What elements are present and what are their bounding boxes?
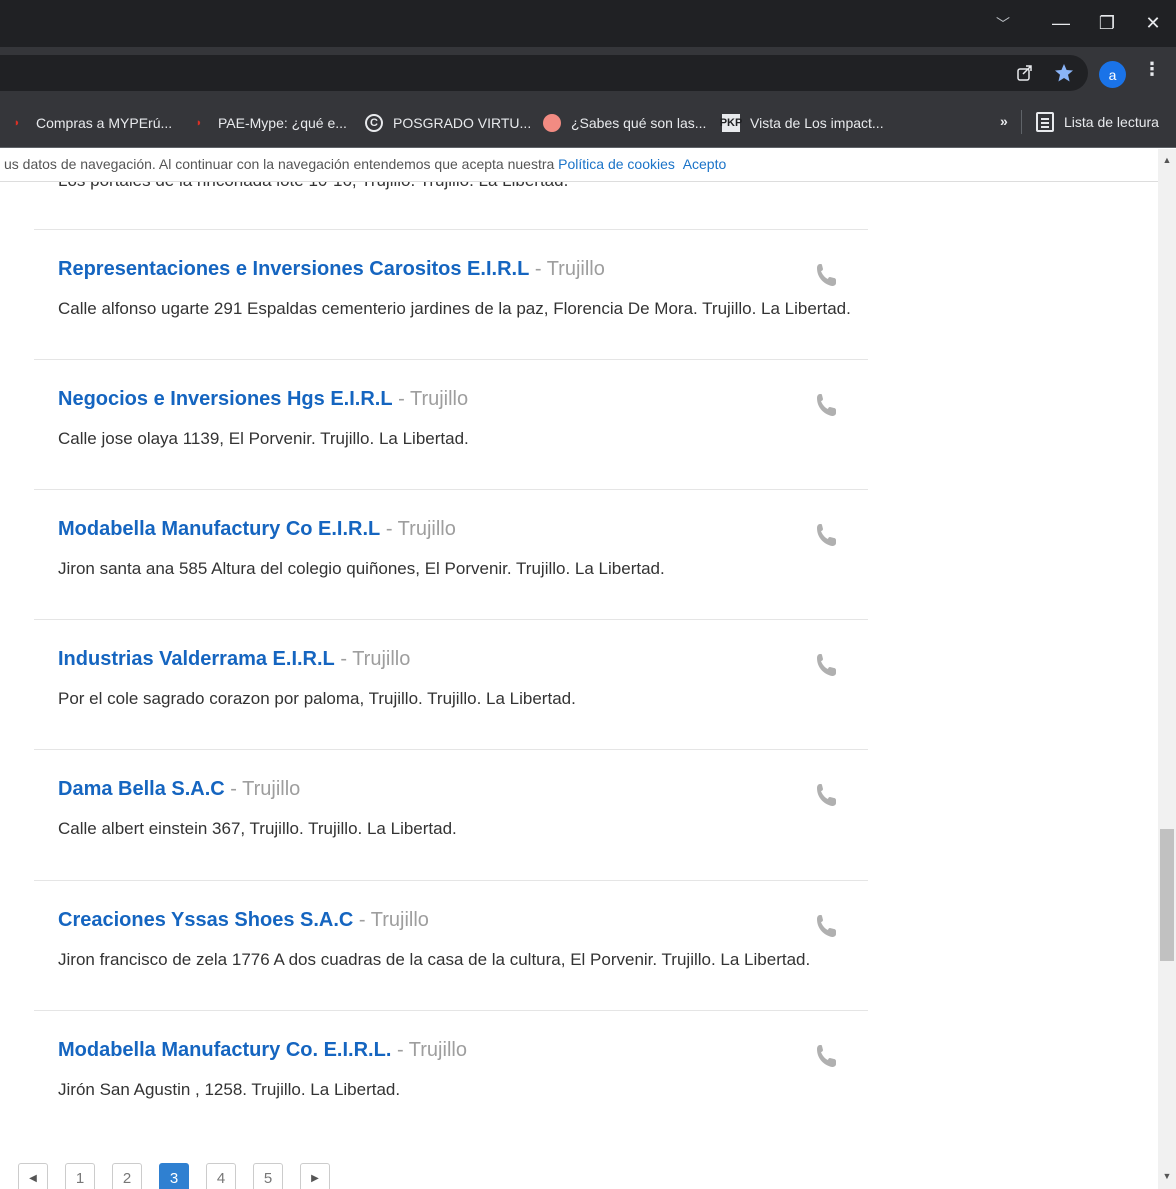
- listing-title-row: Creaciones Yssas Shoes S.A.C - Trujillo: [58, 909, 429, 932]
- bookmark-item[interactable]: ◗ Compras a MYPErú...: [8, 112, 172, 134]
- listing-title-row: Dama Bella S.A.C - Trujillo: [58, 778, 300, 801]
- red-logo-icon: ◗: [195, 117, 203, 129]
- cookie-policy-link[interactable]: Política de cookies: [558, 156, 675, 172]
- company-listing: Modabella Manufactury Co. E.I.R.L. - Tru…: [34, 1010, 868, 1140]
- company-address: Calle alfonso ugarte 291 Espaldas cement…: [58, 299, 851, 318]
- company-listing: Negocios e Inversiones Hgs E.I.R.L - Tru…: [34, 359, 868, 489]
- phone-icon[interactable]: [814, 392, 838, 418]
- bookmark-label: POSGRADO VIRTU...: [393, 115, 532, 131]
- phone-icon[interactable]: [814, 652, 838, 678]
- more-bookmarks-button[interactable]: »: [1000, 113, 1008, 129]
- company-name-link[interactable]: Modabella Manufactury Co E.I.R.L: [58, 518, 380, 540]
- reading-list-icon: [1036, 112, 1054, 132]
- phone-icon[interactable]: [814, 522, 838, 548]
- company-address: Jiron francisco de zela 1776 A dos cuadr…: [58, 950, 811, 969]
- company-name-link[interactable]: Negocios e Inversiones Hgs E.I.R.L: [58, 388, 393, 410]
- next-page-button[interactable]: ▶: [300, 1163, 330, 1189]
- company-address: Jiron santa ana 585 Altura del colegio q…: [58, 559, 665, 578]
- pink-circle-icon: [543, 114, 561, 132]
- c-logo-icon: C: [365, 114, 383, 132]
- company-city: - Trujillo: [340, 648, 411, 670]
- page-content: us datos de navegación. Al continuar con…: [0, 149, 1158, 1189]
- company-listing: Modabella Manufactury Co E.I.R.L - Truji…: [34, 489, 868, 619]
- restore-button[interactable]: ❐: [1084, 4, 1130, 44]
- bookmark-item[interactable]: PKP Vista de Los impact...: [720, 112, 884, 134]
- listing-title-row: Representaciones e Inversiones Carositos…: [58, 258, 605, 281]
- company-city: - Trujillo: [230, 778, 301, 800]
- reading-list-label: Lista de lectura: [1064, 114, 1159, 130]
- listing-title-row: Modabella Manufactury Co E.I.R.L - Truji…: [58, 518, 456, 541]
- minimize-button[interactable]: —: [1038, 4, 1084, 44]
- close-button[interactable]: ✕: [1130, 4, 1176, 44]
- pagination: ◀ 1 2 3 4 5 ▶: [18, 1163, 347, 1189]
- company-address: Calle albert einstein 367, Trujillo. Tru…: [58, 819, 457, 838]
- address-bar[interactable]: [0, 55, 1088, 91]
- bookmark-label: Vista de Los impact...: [750, 115, 884, 131]
- company-name-link[interactable]: Modabella Manufactury Co. E.I.R.L.: [58, 1039, 391, 1061]
- prev-page-button[interactable]: ◀: [18, 1163, 48, 1189]
- phone-icon[interactable]: [814, 913, 838, 939]
- phone-icon[interactable]: [814, 1043, 838, 1069]
- page-button-3[interactable]: 3: [159, 1163, 189, 1189]
- bookmark-item[interactable]: C POSGRADO VIRTU...: [365, 112, 531, 134]
- company-city: - Trujillo: [358, 909, 429, 931]
- phone-icon[interactable]: [814, 262, 838, 288]
- company-listing: Representaciones e Inversiones Carositos…: [34, 229, 868, 359]
- company-name-link[interactable]: Creaciones Yssas Shoes S.A.C: [58, 909, 353, 931]
- phone-icon[interactable]: [814, 782, 838, 808]
- company-name-link[interactable]: Industrias Valderrama E.I.R.L: [58, 648, 335, 670]
- cookie-notice: us datos de navegación. Al continuar con…: [0, 149, 1158, 182]
- bookmark-item[interactable]: ◗ PAE-Mype: ¿qué e...: [190, 112, 347, 134]
- browser-menu-button[interactable]: ⋮: [1143, 59, 1161, 80]
- pkp-icon: PKP: [720, 114, 742, 132]
- profile-avatar[interactable]: a: [1099, 61, 1126, 88]
- company-address: Por el cole sagrado corazon por paloma, …: [58, 689, 576, 708]
- window-controls: ﹀ — ❐ ✕: [988, 0, 1176, 47]
- company-listing: Dama Bella S.A.C - Trujillo Calle albert …: [34, 749, 868, 879]
- company-city: - Trujillo: [396, 1039, 467, 1061]
- page-scrollbar[interactable]: ▲ ▼: [1158, 149, 1176, 1189]
- scroll-up-arrow[interactable]: ▲: [1158, 155, 1176, 169]
- bookmark-label: PAE-Mype: ¿qué e...: [218, 115, 347, 131]
- bookmarks-divider: [1021, 110, 1022, 134]
- company-name-link[interactable]: Dama Bella S.A.C: [58, 778, 225, 800]
- company-city: - Trujillo: [534, 258, 605, 280]
- page-button-1[interactable]: 1: [65, 1163, 95, 1189]
- page-button-2[interactable]: 2: [112, 1163, 142, 1189]
- bookmarks-bar: ◗ Compras a MYPErú... ◗ PAE-Mype: ¿qué e…: [0, 98, 1176, 148]
- listing-title-row: Modabella Manufactury Co. E.I.R.L. - Tru…: [58, 1039, 467, 1062]
- scroll-thumb[interactable]: [1160, 829, 1174, 961]
- scroll-down-arrow[interactable]: ▼: [1158, 1171, 1176, 1185]
- reading-list-button[interactable]: Lista de lectura: [1036, 110, 1159, 134]
- company-address: Jirón San Agustin , 1258. Trujillo. La L…: [58, 1080, 401, 1099]
- accept-cookies-link[interactable]: Acepto: [683, 156, 727, 172]
- tab-search-button[interactable]: ﹀: [988, 4, 1018, 44]
- company-listing: Creaciones Yssas Shoes S.A.C - Trujillo J…: [34, 880, 868, 1010]
- company-address: Calle jose olaya 1139, El Porvenir. Truj…: [58, 429, 469, 448]
- company-city: - Trujillo: [398, 388, 469, 410]
- window-title-bar: ﹀ — ❐ ✕: [0, 0, 1176, 47]
- cookie-text: us datos de navegación. Al continuar con…: [4, 156, 559, 172]
- star-icon[interactable]: [1052, 61, 1076, 85]
- bookmark-label: Compras a MYPErú...: [36, 115, 173, 131]
- page-button-5[interactable]: 5: [253, 1163, 283, 1189]
- company-listing: Industrias Valderrama E.I.R.L - Trujillo…: [34, 619, 868, 749]
- page-button-4[interactable]: 4: [206, 1163, 236, 1189]
- browser-toolbar: a ⋮: [0, 47, 1176, 98]
- listing-title-row: Negocios e Inversiones Hgs E.I.R.L - Tru…: [58, 388, 468, 411]
- share-icon[interactable]: [1013, 61, 1037, 85]
- bookmark-item[interactable]: ¿Sabes qué son las...: [543, 112, 706, 134]
- bookmark-label: ¿Sabes qué son las...: [571, 115, 707, 131]
- company-name-link[interactable]: Representaciones e Inversiones Carositos…: [58, 258, 529, 280]
- red-logo-icon: ◗: [13, 117, 21, 129]
- listing-title-row: Industrias Valderrama E.I.R.L - Trujillo: [58, 648, 410, 671]
- company-city: - Trujillo: [385, 518, 456, 540]
